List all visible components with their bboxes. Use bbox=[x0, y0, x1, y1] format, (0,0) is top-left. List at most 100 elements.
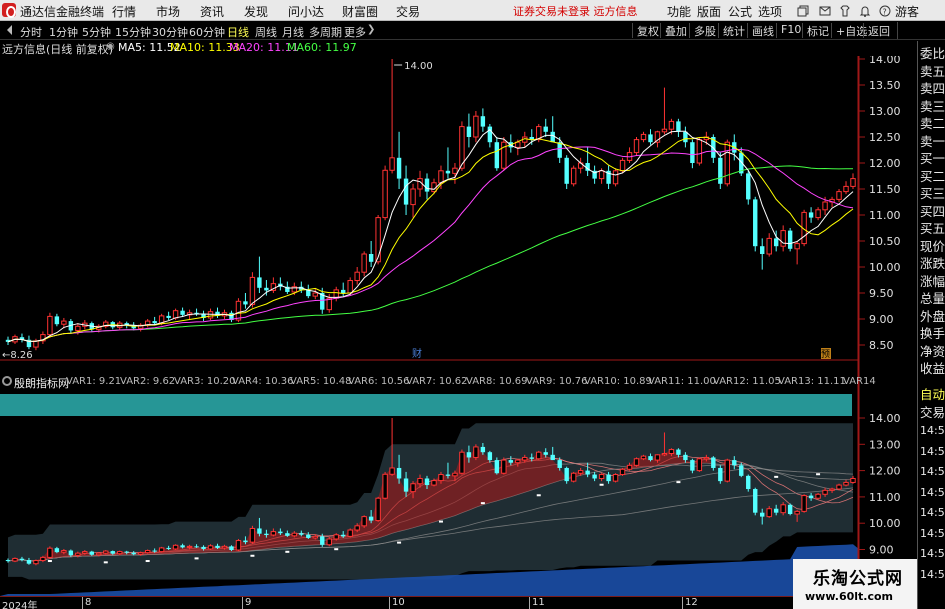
indicator-candle bbox=[375, 496, 381, 522]
price-candle bbox=[794, 241, 800, 265]
candle-body bbox=[110, 551, 115, 554]
quote-field-label[interactable]: 委比 bbox=[920, 43, 945, 62]
quote-field-label[interactable]: 卖五 bbox=[920, 61, 945, 80]
indicator-name[interactable]: 殷朗指标网 bbox=[14, 375, 69, 391]
candle-body bbox=[445, 474, 451, 476]
period-30min[interactable]: 30分钟 bbox=[152, 24, 188, 40]
menu-function[interactable]: 功能 bbox=[667, 3, 691, 20]
period-60min[interactable]: 60分钟 bbox=[189, 24, 225, 40]
draw-line-button[interactable]: 画线 bbox=[747, 23, 774, 38]
collapse-left-icon[interactable] bbox=[4, 25, 12, 35]
menu-formula[interactable]: 公式 bbox=[728, 3, 752, 20]
price-candle bbox=[850, 173, 856, 189]
menu-ask[interactable]: 问小达 bbox=[288, 3, 324, 20]
quote-field-label[interactable]: 买一 bbox=[920, 148, 945, 167]
help-icon[interactable]: ? bbox=[879, 5, 891, 17]
price-candle bbox=[690, 139, 695, 169]
candle-body bbox=[396, 467, 402, 479]
restore-rights-button[interactable]: 复权 bbox=[632, 23, 659, 38]
candle-body bbox=[137, 552, 144, 555]
period-toolbar: 分时 1分钟 5分钟 15分钟 30分钟 60分钟 日线 周线 月线 多周期 更… bbox=[0, 21, 945, 40]
multi-stock-button[interactable]: 多股 bbox=[689, 23, 716, 38]
price-candle bbox=[494, 137, 500, 171]
candle-body bbox=[207, 311, 214, 319]
period-tick[interactable]: 分时 bbox=[20, 24, 42, 40]
candle-body bbox=[144, 550, 151, 554]
candle-body bbox=[410, 188, 416, 206]
period-more[interactable]: 更多 bbox=[344, 24, 366, 40]
quote-field-label[interactable]: 买三 bbox=[920, 183, 945, 202]
candle-body bbox=[557, 460, 562, 468]
menu-options[interactable]: 选项 bbox=[758, 3, 782, 20]
candle-body bbox=[564, 467, 569, 482]
candle-body bbox=[466, 452, 472, 458]
period-5min[interactable]: 5分钟 bbox=[82, 24, 111, 40]
candle-body bbox=[626, 464, 633, 470]
period-monthly[interactable]: 月线 bbox=[282, 24, 304, 40]
quote-field-label[interactable]: 涨跌 bbox=[920, 253, 945, 272]
period-daily[interactable]: 日线 bbox=[227, 24, 249, 40]
indicator-var: VAR1: 9.21 bbox=[66, 376, 122, 387]
quote-field-label[interactable]: 卖四 bbox=[920, 78, 945, 97]
period-weekly[interactable]: 周线 bbox=[255, 24, 277, 40]
quote-field-label[interactable]: 买二 bbox=[920, 166, 945, 185]
f10-button[interactable]: F10 bbox=[776, 23, 801, 38]
price-candle bbox=[215, 307, 220, 318]
price-candle bbox=[808, 207, 814, 223]
price-candle bbox=[257, 256, 262, 293]
menu-wealth[interactable]: 财富圈 bbox=[342, 3, 378, 20]
candle-body bbox=[180, 545, 185, 548]
login-notice[interactable]: 证券交易未登录 远方信息 bbox=[513, 3, 638, 19]
kline-chart[interactable]: 14.00 ←8.26 财 预 14.00 13.50 13.00 12.50 12.00 11… bbox=[0, 56, 917, 596]
candle-body bbox=[257, 528, 262, 534]
more-chevron-icon[interactable]: ❯ bbox=[367, 24, 375, 35]
quote-field-label[interactable]: 换手 bbox=[920, 323, 945, 342]
quote-field-label[interactable]: 现价 bbox=[920, 236, 945, 255]
menu-trade[interactable]: 交易 bbox=[396, 3, 420, 20]
menu-layout[interactable]: 版面 bbox=[697, 3, 721, 20]
title-menu-bar: 通达信金融终端 行情 市场 资讯 发现 问小达 财富圈 交易 证券交易未登录 远… bbox=[0, 0, 945, 21]
tab-auto[interactable]: 自动 bbox=[920, 384, 945, 403]
ma-settings-icon[interactable]: ◉ bbox=[106, 41, 115, 52]
candle-body bbox=[243, 301, 248, 305]
indicator-settings-icon[interactable] bbox=[2, 376, 12, 386]
menu-quotes[interactable]: 行情 bbox=[112, 3, 136, 20]
bell-icon[interactable] bbox=[859, 5, 871, 17]
quote-field-label[interactable]: 卖三 bbox=[920, 96, 945, 115]
menu-news[interactable]: 资讯 bbox=[200, 3, 224, 20]
candle-body bbox=[494, 142, 500, 169]
quote-field-label[interactable]: 卖一 bbox=[920, 131, 945, 150]
skin-icon[interactable] bbox=[839, 5, 851, 17]
price-candle bbox=[144, 319, 151, 328]
period-1min[interactable]: 1分钟 bbox=[49, 24, 78, 40]
candle-body bbox=[522, 456, 528, 461]
candle-body bbox=[26, 560, 32, 564]
quote-field-label[interactable]: 买四 bbox=[920, 201, 945, 220]
quote-field-label[interactable]: 买五 bbox=[920, 218, 945, 237]
period-15min[interactable]: 15分钟 bbox=[115, 24, 151, 40]
overlay-button[interactable]: 叠加 bbox=[660, 23, 687, 38]
menu-discover[interactable]: 发现 bbox=[244, 3, 268, 20]
period-multi[interactable]: 多周期 bbox=[309, 24, 342, 40]
date-tick-mark bbox=[389, 597, 390, 609]
tab-trade[interactable]: 交易 bbox=[920, 402, 945, 421]
candle-body bbox=[438, 170, 444, 184]
quote-field-label[interactable]: 净资 bbox=[920, 341, 945, 360]
window-restore-icon[interactable] bbox=[797, 5, 809, 17]
quote-field-label[interactable]: 涨幅 bbox=[920, 271, 945, 290]
menu-market[interactable]: 市场 bbox=[156, 3, 180, 20]
email-icon[interactable] bbox=[819, 5, 831, 17]
back-button[interactable]: 返回 bbox=[863, 23, 890, 38]
statistics-button[interactable]: 统计 bbox=[718, 23, 745, 38]
quote-field-label[interactable]: 总量 bbox=[920, 288, 945, 307]
quote-field-label[interactable]: 收益 bbox=[920, 358, 945, 377]
candle-body bbox=[368, 254, 374, 262]
candle-body bbox=[696, 458, 703, 472]
quote-field-label[interactable]: 卖二 bbox=[920, 113, 945, 132]
quote-field-label[interactable]: 外盘 bbox=[920, 306, 945, 325]
guest-user[interactable]: 游客 bbox=[895, 3, 919, 20]
mark-button[interactable]: 标记 bbox=[802, 23, 829, 38]
candle-body bbox=[683, 454, 688, 461]
tick-time: 14:5 bbox=[920, 424, 945, 437]
add-watchlist-button[interactable]: +自选 bbox=[831, 23, 867, 38]
